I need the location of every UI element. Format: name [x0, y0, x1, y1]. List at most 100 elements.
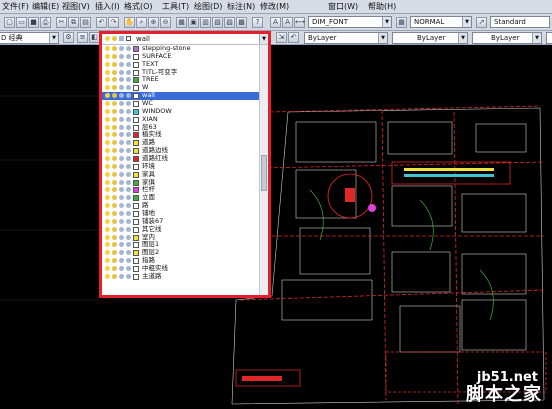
markup-icon[interactable]: ▨ — [224, 17, 235, 28]
make-current-icon[interactable]: ⇲ — [276, 32, 287, 43]
plot-icon[interactable] — [126, 140, 131, 146]
menu-window[interactable]: 窗口(W) — [328, 1, 358, 12]
layer-row[interactable]: SURFACE — [102, 52, 259, 61]
lightbulb-icon[interactable] — [105, 61, 110, 67]
plot-icon[interactable] — [126, 203, 131, 209]
scrollbar-thumb[interactable] — [261, 155, 267, 191]
dim-style-icon[interactable]: ⟷ — [294, 17, 305, 28]
lightbulb-icon[interactable] — [105, 226, 110, 232]
plot-icon[interactable] — [126, 69, 131, 75]
layer-manager-icon[interactable]: ≡ — [77, 32, 88, 43]
color-select[interactable]: ByLayer ▼ — [304, 32, 388, 44]
layer-row[interactable]: TREE — [102, 76, 259, 84]
plot-icon[interactable] — [126, 156, 131, 162]
plot-icon[interactable] — [126, 46, 131, 51]
plot-icon[interactable] — [126, 53, 131, 59]
sun-icon[interactable] — [112, 93, 117, 99]
plot-icon[interactable] — [126, 266, 131, 272]
table-style-icon[interactable]: ▦ — [396, 17, 407, 28]
lightbulb-icon[interactable] — [105, 69, 110, 75]
properties-icon[interactable]: ▦ — [176, 17, 187, 28]
help-icon[interactable]: ? — [252, 17, 263, 28]
zoom-window-icon[interactable]: ⊕ — [148, 17, 159, 28]
layer-row[interactable]: 其它线 — [102, 225, 259, 234]
plot-icon[interactable] — [126, 211, 131, 217]
lightbulb-icon[interactable] — [105, 258, 110, 264]
layer-row[interactable]: 立面 — [102, 193, 259, 202]
text-style-icon[interactable]: A — [270, 17, 281, 28]
layer-row[interactable]: W — [102, 83, 259, 92]
lightbulb-icon[interactable] — [105, 101, 110, 107]
layer-row[interactable]: 道路红线 — [102, 154, 259, 163]
lock-icon[interactable] — [119, 242, 124, 248]
layer-row[interactable]: 道路 — [102, 138, 259, 147]
cut-icon[interactable]: ✂ — [56, 17, 67, 28]
sun-icon[interactable] — [112, 218, 117, 224]
lock-icon[interactable] — [119, 140, 124, 146]
lock-icon[interactable] — [119, 148, 124, 154]
lightbulb-icon[interactable] — [105, 218, 110, 224]
layer-row[interactable]: 室内 — [102, 233, 259, 242]
layer-list-scrollbar[interactable] — [259, 45, 268, 295]
lightbulb-icon[interactable] — [105, 234, 110, 240]
sun-icon[interactable] — [112, 85, 117, 91]
lightbulb-icon[interactable] — [105, 195, 110, 201]
lightbulb-icon[interactable] — [105, 148, 110, 154]
layer-row[interactable]: WINDOW — [102, 107, 259, 116]
plotstyle-select[interactable] — [546, 32, 552, 44]
lock-icon[interactable] — [119, 195, 124, 201]
dim-style-select[interactable]: DIM_FONT ▼ — [308, 16, 392, 28]
lightbulb-icon[interactable] — [105, 179, 110, 185]
lightbulb-icon[interactable] — [105, 211, 110, 217]
plot-icon[interactable] — [126, 148, 131, 154]
plot-icon[interactable] — [126, 93, 131, 99]
sun-icon[interactable] — [112, 116, 117, 122]
layer-row[interactable]: 家俱 — [102, 178, 259, 187]
plot-icon[interactable] — [126, 116, 131, 122]
lock-icon[interactable] — [119, 266, 124, 272]
layer-combo-current[interactable]: wall ▼ — [102, 34, 268, 45]
lightbulb-icon[interactable] — [105, 77, 110, 83]
lock-icon[interactable] — [119, 69, 124, 75]
menu-help[interactable]: 帮助(H) — [368, 1, 396, 12]
design-center-icon[interactable]: ▣ — [188, 17, 199, 28]
lightbulb-icon[interactable] — [105, 273, 110, 279]
sun-icon[interactable] — [112, 124, 117, 130]
zoom-previous-icon[interactable]: ⊖ — [160, 17, 171, 28]
layer-row[interactable]: 植实线 — [102, 131, 259, 139]
lineweight-select[interactable]: ByLayer ▼ — [472, 32, 542, 44]
sun-icon[interactable] — [112, 132, 117, 138]
menu-modify[interactable]: 修改(M) — [260, 1, 289, 12]
menu-edit[interactable]: 编辑(E) — [32, 1, 59, 12]
sun-icon[interactable] — [112, 266, 117, 272]
layer-row[interactable]: 铺装67 — [102, 217, 259, 226]
undo-icon[interactable]: ↶ — [96, 17, 107, 28]
plot-icon[interactable] — [126, 258, 131, 264]
lock-icon[interactable] — [119, 234, 124, 240]
lock-icon[interactable] — [119, 273, 124, 279]
mleader-style-icon[interactable]: ↗ — [476, 17, 487, 28]
lock-icon[interactable] — [119, 46, 124, 51]
pan-icon[interactable]: ✋ — [124, 17, 135, 28]
plot-icon[interactable] — [126, 187, 131, 193]
paste-icon[interactable]: ▤ — [80, 17, 91, 28]
lock-icon[interactable] — [119, 93, 124, 99]
lightbulb-icon[interactable] — [105, 132, 110, 138]
lightbulb-icon[interactable] — [105, 93, 110, 99]
lightbulb-icon[interactable] — [105, 250, 110, 256]
mleader-style-select[interactable]: Standard — [490, 16, 550, 28]
sun-icon[interactable] — [112, 211, 117, 217]
plot-icon[interactable] — [126, 171, 131, 177]
sun-icon[interactable] — [112, 171, 117, 177]
menu-file[interactable]: 文件(F) — [2, 1, 29, 12]
sheet-set-icon[interactable]: ▧ — [212, 17, 223, 28]
lock-icon[interactable] — [119, 171, 124, 177]
menu-insert[interactable]: 插入(I) — [95, 1, 120, 12]
plot-icon[interactable] — [126, 85, 131, 91]
sun-icon[interactable] — [112, 187, 117, 193]
layer-row[interactable]: 主道路 — [102, 272, 259, 281]
layer-row[interactable]: 路 — [102, 201, 259, 210]
workspace-select[interactable]: D 经典 ▼ — [0, 32, 59, 44]
lightbulb-icon[interactable] — [105, 124, 110, 130]
sun-icon[interactable] — [112, 108, 117, 114]
